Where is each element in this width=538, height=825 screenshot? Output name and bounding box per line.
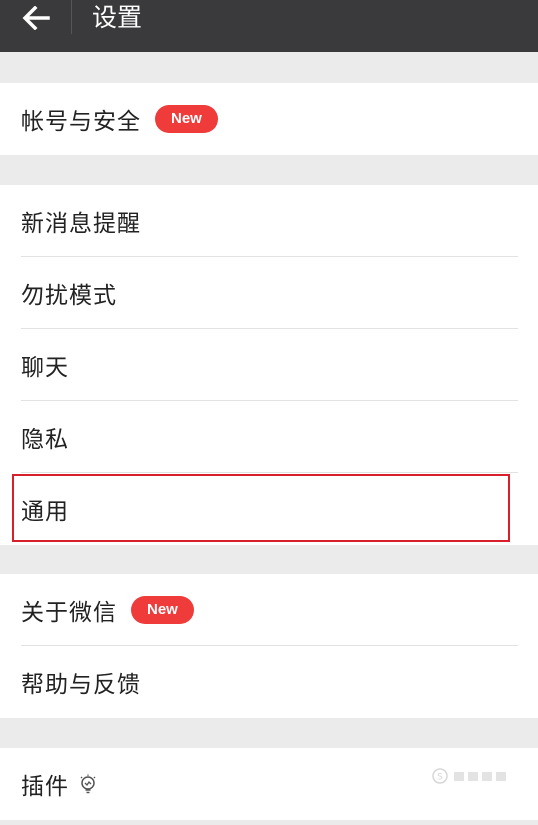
top-bar-divider bbox=[71, 0, 72, 34]
settings-item-label: 帮助与反馈 bbox=[21, 672, 141, 698]
watermark-text-graphic bbox=[454, 772, 506, 781]
settings-item-about-wechat[interactable]: 关于微信 New bbox=[0, 574, 538, 646]
settings-item-label: 通用 bbox=[21, 499, 69, 525]
about-group: 关于微信 New 帮助与反馈 bbox=[0, 574, 538, 718]
settings-item-do-not-disturb[interactable]: 勿扰模式 bbox=[0, 257, 538, 329]
main-settings-group: 新消息提醒 勿扰模式 聊天 隐私 通用 bbox=[0, 185, 538, 545]
watermark: S bbox=[432, 768, 512, 784]
svg-text:S: S bbox=[437, 773, 443, 783]
settings-item-plugins[interactable]: 插件 bbox=[0, 748, 538, 820]
new-badge: New bbox=[155, 105, 218, 133]
settings-item-label: 帐号与安全 bbox=[21, 109, 141, 135]
settings-item-label: 新消息提醒 bbox=[21, 211, 141, 237]
settings-item-help-feedback[interactable]: 帮助与反馈 bbox=[0, 646, 538, 718]
settings-item-chat[interactable]: 聊天 bbox=[0, 329, 538, 401]
settings-item-label: 聊天 bbox=[21, 355, 69, 381]
back-button[interactable] bbox=[14, 0, 58, 36]
plugin-bulb-icon bbox=[79, 774, 97, 794]
settings-item-label: 隐私 bbox=[21, 427, 69, 453]
settings-item-label: 关于微信 bbox=[21, 600, 117, 626]
page-title: 设置 bbox=[92, 3, 143, 32]
back-arrow-icon bbox=[22, 6, 50, 30]
plugins-group: 插件 bbox=[0, 748, 538, 820]
settings-item-label: 插件 bbox=[21, 774, 69, 800]
top-bar: 设置 bbox=[0, 0, 538, 52]
settings-item-new-message-alerts[interactable]: 新消息提醒 bbox=[0, 185, 538, 257]
settings-item-account-security[interactable]: 帐号与安全 New bbox=[0, 83, 538, 155]
account-group: 帐号与安全 New bbox=[0, 83, 538, 155]
settings-item-label: 勿扰模式 bbox=[21, 283, 117, 309]
settings-item-privacy[interactable]: 隐私 bbox=[0, 401, 538, 473]
settings-item-general[interactable]: 通用 bbox=[0, 473, 538, 545]
new-badge: New bbox=[131, 596, 194, 624]
watermark-logo-icon: S bbox=[432, 768, 448, 784]
